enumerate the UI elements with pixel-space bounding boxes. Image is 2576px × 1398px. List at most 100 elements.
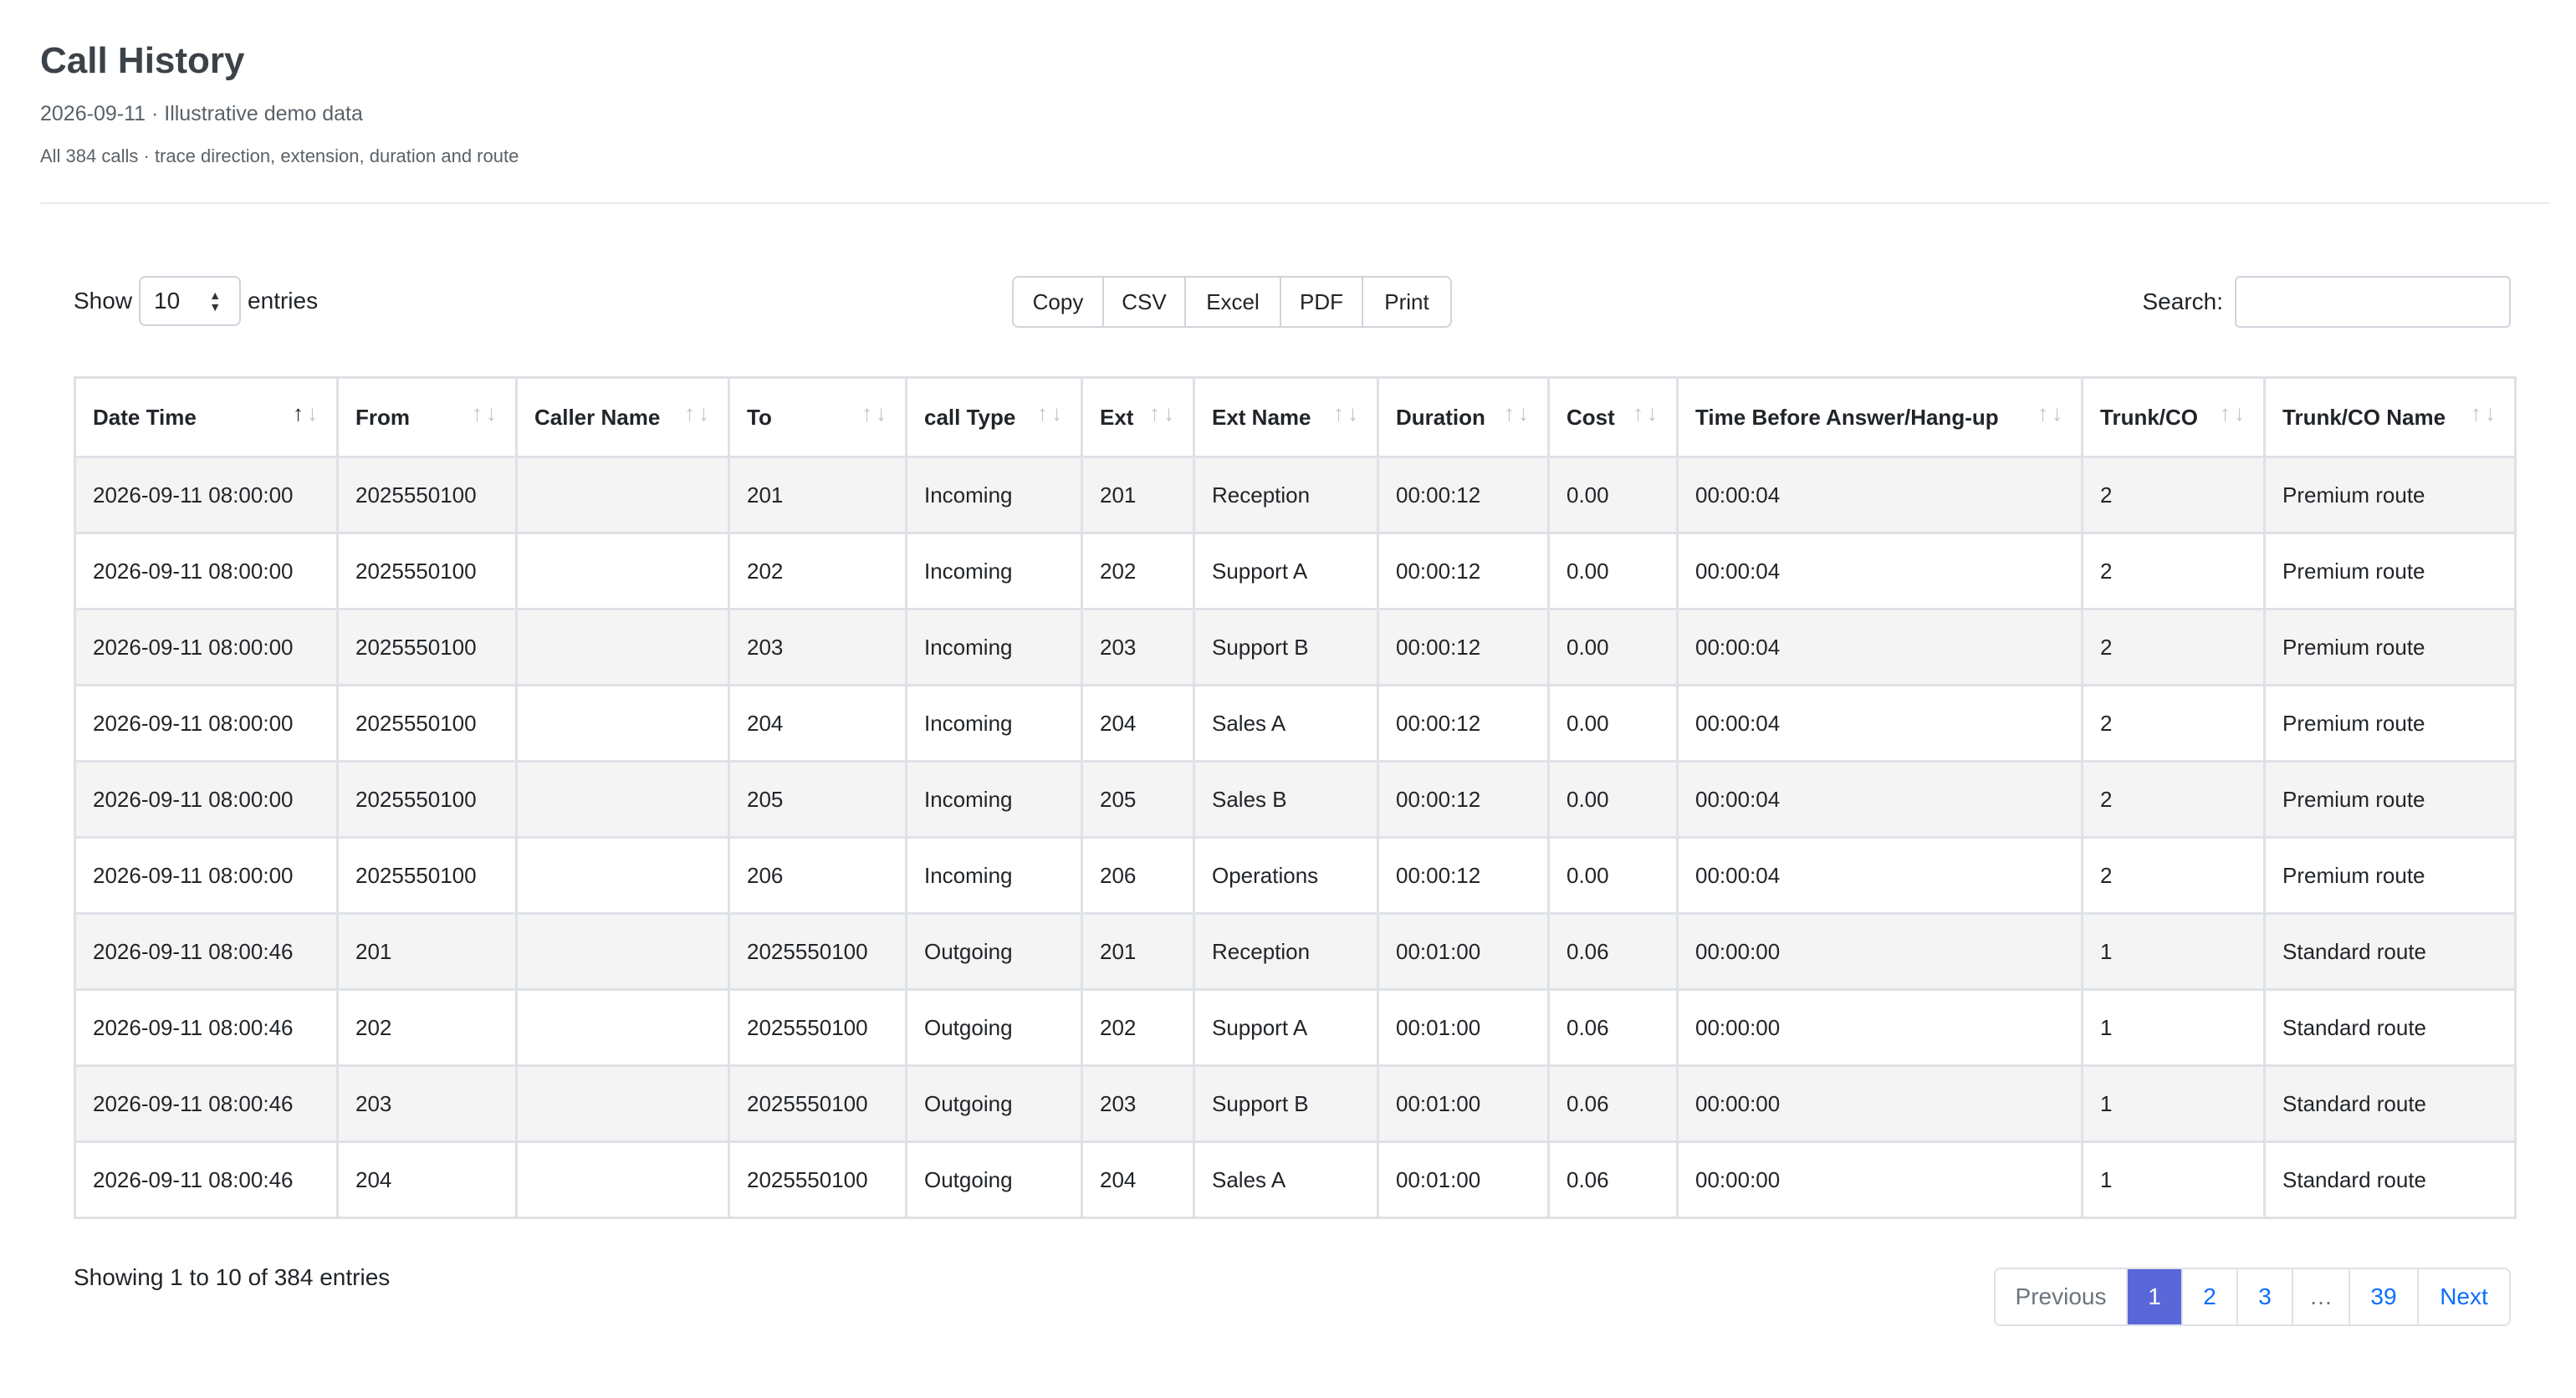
cell-caller-name [515, 456, 730, 534]
cell-call-type: Incoming [905, 760, 1083, 839]
cell-to: 206 [728, 836, 907, 915]
cell-ext-name: Sales B [1193, 760, 1379, 839]
page-button-2[interactable]: 2 [2183, 1269, 2238, 1324]
column-header-duration[interactable]: Duration ↑↓ [1377, 376, 1550, 458]
sort-icon: ↑↓ [472, 401, 500, 426]
column-header-ext-name[interactable]: Ext Name ↑↓ [1193, 376, 1379, 458]
cell-time-before-answer: 00:00:00 [1676, 1064, 2083, 1143]
column-header-trunk-co-name[interactable]: Trunk/CO Name ↑↓ [2263, 376, 2517, 458]
entries-per-page-select[interactable]: 10 ▲ ▼ [139, 276, 242, 326]
cell-caller-name [515, 532, 730, 610]
cell-ext-name: Support B [1193, 608, 1379, 686]
search-label: Search: [2142, 288, 2224, 314]
page-button-39[interactable]: 39 [2350, 1269, 2419, 1324]
cell-trunk-co-name: Premium route [2263, 684, 2517, 763]
page-description: All 384 calls · trace direction, extensi… [40, 145, 519, 166]
copy-button[interactable]: Copy [1014, 278, 1104, 326]
cell-time-before-answer: 00:00:04 [1676, 684, 2083, 763]
table-row: 2026-09-11 08:00:46 202 2025550100 Outgoing… [74, 988, 2517, 1067]
show-label: Show [74, 288, 133, 314]
cell-from: 2025550100 [336, 608, 518, 686]
cell-to: 2025550100 [728, 1140, 907, 1219]
cell-ext: 205 [1081, 760, 1195, 839]
call-history-table: Date Time ↑↓ From ↑↓ Caller Name ↑↓ To ↑↓ ca… [74, 376, 2517, 1219]
cell-from: 203 [336, 1064, 518, 1143]
search-input[interactable] [2235, 276, 2511, 328]
table-row: 2026-09-11 08:00:46 201 2025550100 Outgoing… [74, 912, 2517, 991]
column-header-caller-name[interactable]: Caller Name ↑↓ [515, 376, 730, 458]
cell-call-type: Incoming [905, 836, 1083, 915]
cell-caller-name [515, 836, 730, 915]
table-body: 2026-09-11 08:00:00 2025550100 201 Incoming… [74, 456, 2517, 1219]
sort-icon: ↑↓ [861, 401, 890, 426]
sort-icon: ↑↓ [1037, 401, 1066, 426]
cell-ext: 201 [1081, 912, 1195, 991]
print-button[interactable]: Print [1363, 278, 1450, 326]
cell-duration: 00:00:12 [1377, 608, 1550, 686]
previous-page-button[interactable]: Previous [1996, 1269, 2128, 1324]
next-page-button[interactable]: Next [2419, 1269, 2509, 1324]
cell-trunk-co-name: Standard route [2263, 1140, 2517, 1219]
cell-duration: 00:00:12 [1377, 836, 1550, 915]
cell-time-before-answer: 00:00:00 [1676, 912, 2083, 991]
column-header-call-type[interactable]: call Type ↑↓ [905, 376, 1083, 458]
cell-ext: 202 [1081, 988, 1195, 1067]
sort-icon: ↑↓ [684, 401, 713, 426]
cell-from: 2025550100 [336, 760, 518, 839]
cell-caller-name [515, 608, 730, 686]
cell-date-time: 2026-09-11 08:00:00 [74, 836, 339, 915]
pdf-button[interactable]: PDF [1281, 278, 1363, 326]
cell-to: 2025550100 [728, 988, 907, 1067]
page-button-1[interactable]: 1 [2128, 1269, 2183, 1324]
cell-duration: 00:00:12 [1377, 684, 1550, 763]
column-header-from[interactable]: From ↑↓ [336, 376, 518, 458]
cell-ext: 206 [1081, 836, 1195, 915]
cell-from: 204 [336, 1140, 518, 1219]
cell-to: 2025550100 [728, 1064, 907, 1143]
cell-ext-name: Operations [1193, 836, 1379, 915]
cell-to: 202 [728, 532, 907, 610]
cell-call-type: Outgoing [905, 988, 1083, 1067]
cell-call-type: Outgoing [905, 1064, 1083, 1143]
export-button-group: Copy CSV Excel PDF Print [1012, 276, 1452, 328]
cell-call-type: Outgoing [905, 912, 1083, 991]
sort-icon: ↑↓ [293, 401, 321, 426]
cell-duration: 00:00:12 [1377, 760, 1550, 839]
column-header-date-time[interactable]: Date Time ↑↓ [74, 376, 339, 458]
cell-call-type: Incoming [905, 532, 1083, 610]
cell-date-time: 2026-09-11 08:00:46 [74, 988, 339, 1067]
cell-duration: 00:01:00 [1377, 988, 1550, 1067]
cell-time-before-answer: 00:00:04 [1676, 836, 2083, 915]
page-button-3[interactable]: 3 [2238, 1269, 2293, 1324]
page-ellipsis: … [2293, 1269, 2350, 1324]
table-row: 2026-09-11 08:00:46 204 2025550100 Outgoing… [74, 1140, 2517, 1219]
column-header-trunk-co[interactable]: Trunk/CO ↑↓ [2081, 376, 2266, 458]
cell-trunk-co: 1 [2081, 988, 2266, 1067]
cell-time-before-answer: 00:00:04 [1676, 456, 2083, 534]
excel-button[interactable]: Excel [1186, 278, 1281, 326]
pagination: Previous 1 2 3 … 39 Next [1994, 1268, 2511, 1326]
cell-trunk-co-name: Standard route [2263, 912, 2517, 991]
cell-time-before-answer: 00:00:04 [1676, 532, 2083, 610]
sort-icon: ↑↓ [2471, 401, 2499, 426]
cell-trunk-co: 1 [2081, 912, 2266, 991]
column-header-ext[interactable]: Ext ↑↓ [1081, 376, 1195, 458]
column-header-cost[interactable]: Cost ↑↓ [1547, 376, 1679, 458]
cell-ext-name: Reception [1193, 456, 1379, 534]
column-header-time-before-answer[interactable]: Time Before Answer/Hang-up ↑↓ [1676, 376, 2083, 458]
cell-call-type: Incoming [905, 608, 1083, 686]
cell-trunk-co-name: Premium route [2263, 608, 2517, 686]
cell-ext: 202 [1081, 532, 1195, 610]
cell-from: 2025550100 [336, 836, 518, 915]
table-row: 2026-09-11 08:00:00 2025550100 201 Incoming… [74, 456, 2517, 534]
cell-call-type: Incoming [905, 684, 1083, 763]
cell-caller-name [515, 1140, 730, 1219]
cell-ext: 204 [1081, 684, 1195, 763]
column-header-to[interactable]: To ↑↓ [728, 376, 907, 458]
cell-date-time: 2026-09-11 08:00:00 [74, 684, 339, 763]
sort-icon: ↑↓ [1333, 401, 1362, 426]
cell-ext-name: Reception [1193, 912, 1379, 991]
csv-button[interactable]: CSV [1104, 278, 1186, 326]
cell-trunk-co: 2 [2081, 836, 2266, 915]
cell-ext-name: Support A [1193, 988, 1379, 1067]
